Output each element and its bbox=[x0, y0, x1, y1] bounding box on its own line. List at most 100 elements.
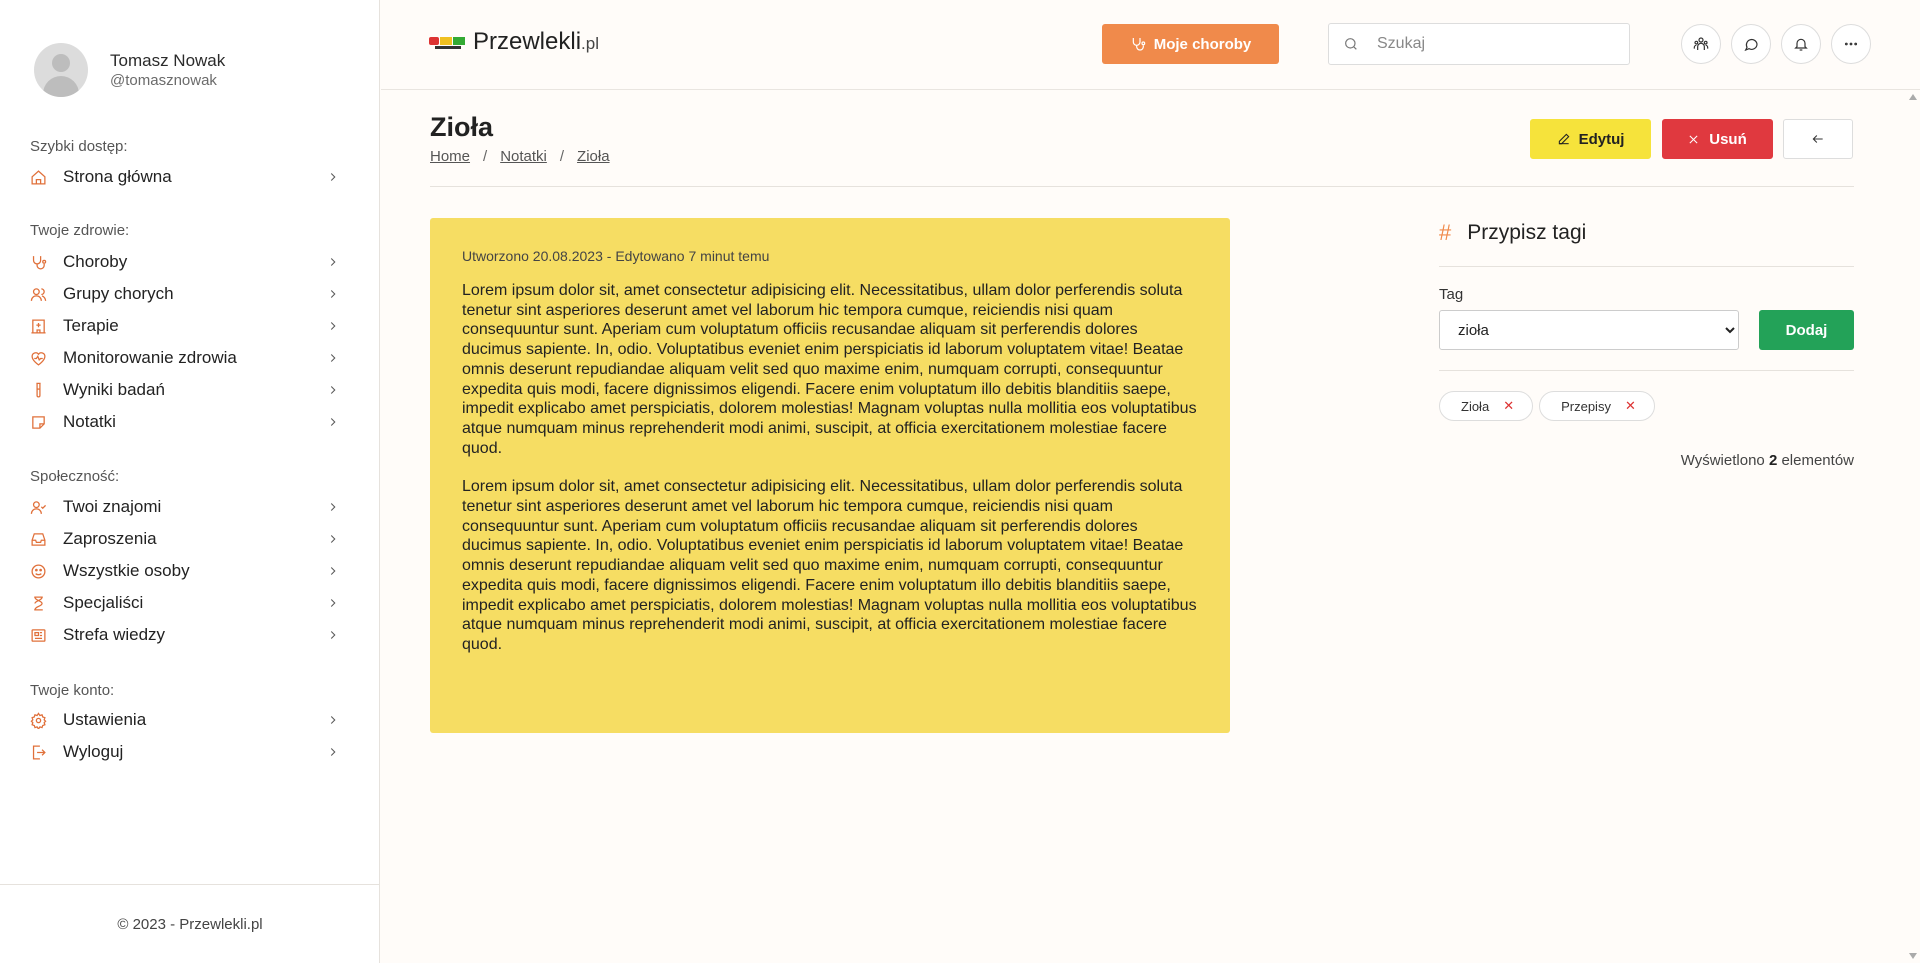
people-group-button[interactable] bbox=[1681, 24, 1721, 64]
moje-choroby-label: Moje choroby bbox=[1153, 35, 1252, 53]
breadcrumb-current[interactable]: Zioła bbox=[577, 148, 610, 165]
sidebar-item-home[interactable]: Strona główna bbox=[30, 164, 340, 190]
topbar: Przewlekli.pl Moje choroby bbox=[381, 0, 1920, 90]
sidebar-item-label: Choroby bbox=[63, 252, 128, 271]
chevron-right-icon bbox=[326, 351, 340, 365]
delete-button[interactable]: Usuń bbox=[1662, 119, 1773, 159]
logo-suffix: .pl bbox=[581, 34, 599, 53]
scrollbar[interactable] bbox=[1905, 90, 1920, 963]
chevron-right-icon bbox=[326, 532, 340, 546]
test-tube-icon bbox=[30, 382, 47, 399]
bell-icon bbox=[1794, 38, 1808, 51]
tag-field-label: Tag bbox=[1439, 286, 1464, 303]
chevron-right-icon bbox=[326, 564, 340, 578]
edit-label: Edytuj bbox=[1578, 130, 1625, 148]
note-card: Utworzono 20.08.2023 - Edytowano 7 minut… bbox=[430, 218, 1230, 733]
search-icon bbox=[1345, 38, 1357, 50]
chevron-right-icon bbox=[326, 628, 340, 642]
note-paragraph: Lorem ipsum dolor sit, amet consectetur … bbox=[462, 282, 1197, 457]
breadcrumb-home[interactable]: Home bbox=[430, 148, 470, 165]
section-label-quick-access: Szybki dostęp: bbox=[30, 138, 128, 155]
sidebar-item-label: Wszystkie osoby bbox=[63, 561, 190, 580]
sidebar-item-ustawienia[interactable]: Ustawienia bbox=[30, 707, 340, 733]
sidebar-item-label: Strefa wiedzy bbox=[63, 625, 166, 644]
sidebar-item-label: Grupy chorych bbox=[63, 284, 174, 303]
tags-title-label: Przypisz tagi bbox=[1467, 221, 1587, 244]
chevron-right-icon bbox=[326, 596, 340, 610]
user-name: Tomasz Nowak bbox=[110, 51, 226, 70]
tag-chip[interactable]: Przepisy ✕ bbox=[1539, 391, 1655, 421]
people-group-icon bbox=[1693, 37, 1709, 50]
more-icon bbox=[1844, 42, 1858, 46]
breadcrumb-notatki[interactable]: Notatki bbox=[500, 148, 547, 165]
sidebar-item-terapie[interactable]: Terapie bbox=[30, 313, 340, 339]
more-button[interactable] bbox=[1831, 24, 1871, 64]
sidebar-item-notatki[interactable]: Notatki bbox=[30, 409, 340, 435]
arrow-left-icon bbox=[1812, 135, 1823, 143]
sidebar-item-choroby[interactable]: Choroby bbox=[30, 249, 340, 275]
sidebar-item-wszystkie-osoby[interactable]: Wszystkie osoby bbox=[30, 558, 340, 584]
sidebar-item-znajomi[interactable]: Twoi znajomi bbox=[30, 494, 340, 520]
back-button[interactable] bbox=[1783, 119, 1853, 159]
items-count: Wyświetlono 2 elementów bbox=[1680, 452, 1854, 469]
heart-pulse-icon bbox=[30, 350, 47, 367]
sticky-note-icon bbox=[30, 414, 47, 431]
sidebar-item-specjalisci[interactable]: Specjaliści bbox=[30, 590, 340, 616]
chat-button[interactable] bbox=[1731, 24, 1771, 64]
tag-chips: Zioła ✕ Przepisy ✕ bbox=[1439, 391, 1661, 421]
divider bbox=[1439, 266, 1854, 267]
sidebar: Tomasz Nowak @tomasznowak Szybki dostęp:… bbox=[0, 0, 380, 963]
home-icon bbox=[30, 169, 47, 186]
doctor-icon bbox=[30, 595, 47, 612]
breadcrumb: Home / Notatki / Zioła bbox=[430, 148, 610, 165]
avatar bbox=[34, 43, 88, 97]
stethoscope-icon bbox=[1132, 38, 1146, 51]
moje-choroby-button[interactable]: Moje choroby bbox=[1102, 24, 1279, 64]
note-paragraph: Lorem ipsum dolor sit, amet consectetur … bbox=[462, 478, 1197, 653]
remove-tag-icon[interactable]: ✕ bbox=[1625, 398, 1636, 414]
sidebar-item-label: Monitorowanie zdrowia bbox=[63, 348, 237, 367]
search-input[interactable] bbox=[1377, 35, 1617, 53]
scroll-up-icon[interactable] bbox=[1909, 94, 1917, 100]
sidebar-item-label: Ustawienia bbox=[63, 710, 147, 729]
sidebar-item-strefa-wiedzy[interactable]: Strefa wiedzy bbox=[30, 622, 340, 648]
chevron-right-icon bbox=[326, 319, 340, 333]
tag-chip-label: Przepisy bbox=[1561, 398, 1611, 414]
add-tag-button[interactable]: Dodaj bbox=[1759, 310, 1854, 350]
chevron-right-icon bbox=[326, 383, 340, 397]
remove-tag-icon[interactable]: ✕ bbox=[1503, 398, 1514, 414]
chevron-right-icon bbox=[326, 255, 340, 269]
tag-select[interactable]: zioła bbox=[1439, 310, 1739, 350]
notifications-button[interactable] bbox=[1781, 24, 1821, 64]
sidebar-item-grupy-chorych[interactable]: Grupy chorych bbox=[30, 281, 340, 307]
sidebar-item-zaproszenia[interactable]: Zaproszenia bbox=[30, 526, 340, 552]
hospital-icon bbox=[30, 318, 47, 335]
page-title: Zioła bbox=[430, 112, 494, 142]
logo[interactable]: Przewlekli.pl bbox=[429, 28, 599, 56]
chevron-right-icon bbox=[326, 287, 340, 301]
chevron-right-icon bbox=[326, 415, 340, 429]
sidebar-item-wyniki-badan[interactable]: Wyniki badań bbox=[30, 377, 340, 403]
chevron-right-icon bbox=[326, 713, 340, 727]
logo-text: Przewlekli bbox=[473, 28, 582, 55]
sidebar-item-label: Zaproszenia bbox=[63, 529, 157, 548]
close-icon bbox=[1689, 134, 1698, 144]
chat-icon bbox=[1744, 38, 1758, 52]
logout-icon bbox=[30, 744, 47, 761]
tags-panel: # Przypisz tagi Tag zioła Dodaj Zioła ✕ … bbox=[1439, 218, 1854, 469]
note-meta: Utworzono 20.08.2023 - Edytowano 7 minut… bbox=[462, 248, 770, 264]
sidebar-item-monitorowanie[interactable]: Monitorowanie zdrowia bbox=[30, 345, 340, 371]
edit-button[interactable]: Edytuj bbox=[1530, 119, 1651, 159]
chevron-right-icon bbox=[326, 170, 340, 184]
chevron-right-icon bbox=[326, 745, 340, 759]
sidebar-item-label: Terapie bbox=[63, 316, 119, 335]
tags-title: # Przypisz tagi bbox=[1439, 219, 1854, 247]
scroll-down-icon[interactable] bbox=[1909, 953, 1917, 959]
tag-chip-label: Zioła bbox=[1461, 398, 1490, 414]
user-profile[interactable]: Tomasz Nowak @tomasznowak bbox=[34, 43, 225, 97]
search-box bbox=[1328, 23, 1630, 65]
sidebar-item-wyloguj[interactable]: Wyloguj bbox=[30, 739, 340, 765]
tag-chip[interactable]: Zioła ✕ bbox=[1439, 391, 1534, 421]
hash-icon: # bbox=[1439, 220, 1452, 245]
sidebar-item-label: Strona główna bbox=[63, 167, 172, 186]
